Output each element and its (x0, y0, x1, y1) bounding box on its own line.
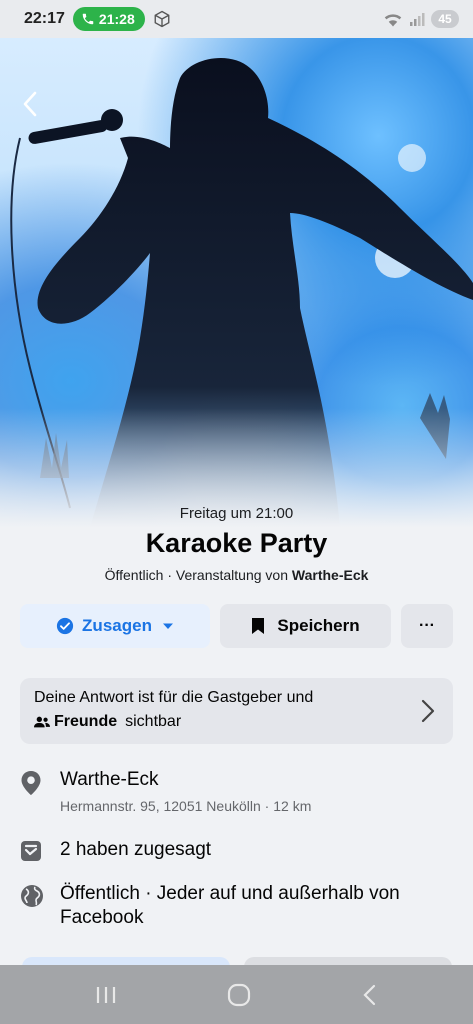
location-address: Hermannstr. 95, 12051 Neukölln · 12 km (60, 798, 312, 814)
visibility-suffix: sichtbar (125, 713, 182, 730)
response-visibility-card[interactable]: Deine Antwort ist für die Gastgeber und … (20, 678, 453, 744)
nav-back-icon[interactable] (362, 984, 378, 1006)
location-pin-icon (21, 771, 41, 795)
cube-icon (154, 10, 170, 28)
location-row[interactable]: Warthe-Eck Hermannstr. 95, 12051 Neuköll… (20, 768, 453, 814)
going-button[interactable]: Zusagen (20, 604, 210, 648)
status-bar: 22:17 21:28 45 (0, 0, 473, 38)
ongoing-call-pill[interactable]: 21:28 (72, 7, 145, 31)
privacy-row: Öffentlich · Jeder auf und außerhalb von… (20, 882, 453, 930)
call-timer: 21:28 (98, 11, 135, 27)
privacy-text: Öffentlich · Jeder auf und außerhalb von… (60, 883, 400, 928)
friends-label: Freunde (54, 713, 118, 730)
signal-icon (410, 13, 425, 26)
event-visibility: Öffentlich · Veranstaltung von (104, 567, 292, 583)
attendees-count: 2 haben zugesagt (60, 839, 212, 860)
attendees-row[interactable]: 2 haben zugesagt (20, 838, 453, 862)
system-nav-bar (0, 965, 473, 1024)
home-icon[interactable] (227, 983, 251, 1007)
status-time: 22:17 (24, 10, 65, 27)
event-title: Karaoke Party (145, 528, 328, 558)
visibility-line1: Deine Antwort ist für die Gastgeber und (34, 689, 314, 706)
chevron-right-icon (421, 699, 435, 723)
bookmark-icon (252, 618, 265, 634)
event-meta: Öffentlich · Veranstaltung von Warthe-Ec… (0, 567, 473, 583)
save-label: Speichern (277, 616, 360, 635)
calendar-check-icon (21, 841, 41, 861)
phone-icon (82, 13, 94, 25)
check-circle-icon (56, 617, 74, 635)
more-options-icon: ··· (419, 617, 435, 634)
friends-icon (34, 716, 50, 728)
globe-icon (21, 885, 43, 907)
caret-down-icon (162, 623, 173, 629)
wifi-icon (384, 14, 402, 27)
event-header: Freitag um 21:00 Karaoke Party Öffentlic… (0, 505, 473, 583)
location-name: Warthe-Eck (60, 769, 159, 790)
action-buttons: Zusagen Speichern ··· (20, 604, 453, 648)
event-cover-image[interactable] (0, 38, 473, 528)
more-options-button[interactable]: ··· (401, 604, 453, 648)
battery-indicator: 45 (431, 10, 459, 28)
recent-apps-icon[interactable] (95, 985, 117, 1005)
back-button[interactable] (14, 88, 46, 120)
event-host-link[interactable]: Warthe-Eck (292, 567, 369, 583)
save-button[interactable]: Speichern (220, 604, 391, 648)
chevron-left-icon (23, 91, 37, 117)
visibility-line2: Freunde sichtbar (34, 713, 439, 731)
event-date: Freitag um 21:00 (179, 505, 294, 522)
going-label: Zusagen (82, 616, 152, 635)
